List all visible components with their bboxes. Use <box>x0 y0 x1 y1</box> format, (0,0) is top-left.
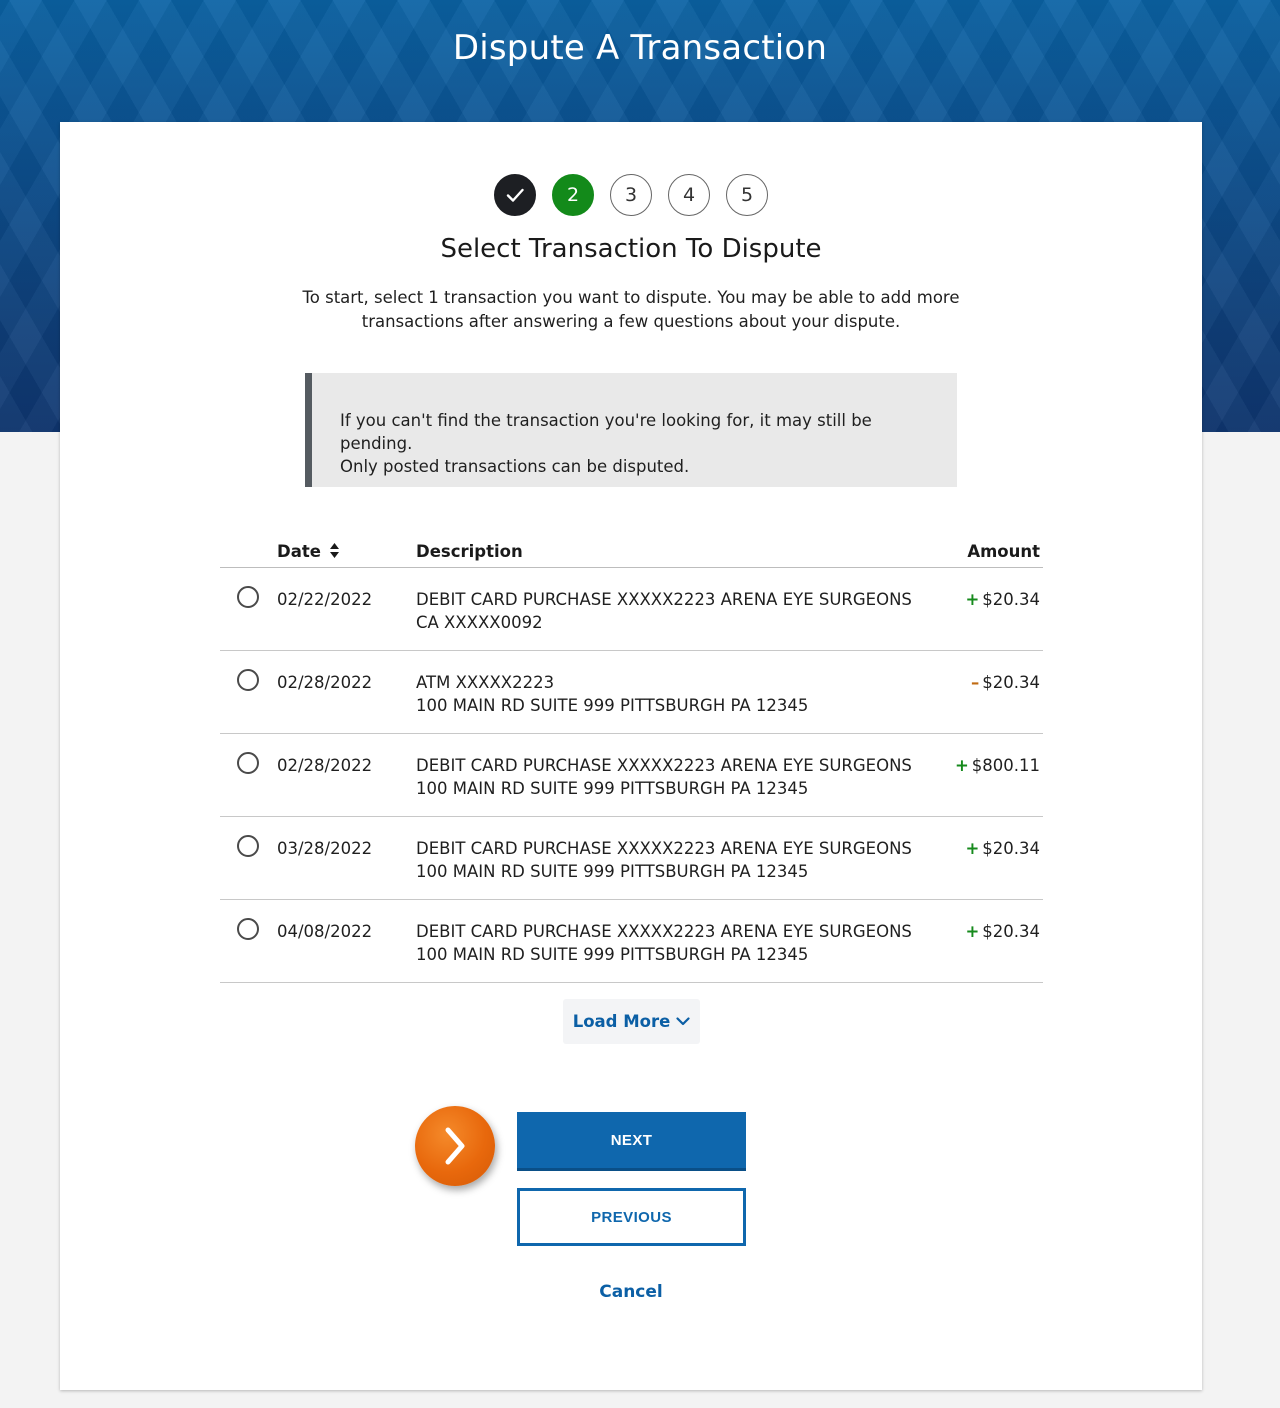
description-line-2: 100 MAIN RD SUITE 999 PITTSBURGH PA 1234… <box>416 696 809 715</box>
previous-button[interactable]: PREVIOUS <box>517 1188 746 1246</box>
step-5: 5 <box>726 174 768 216</box>
description-line-1: DEBIT CARD PURCHASE XXXXX2223 ARENA EYE … <box>416 756 912 775</box>
notice-line-2: Only posted transactions can be disputed… <box>340 457 690 476</box>
amount-column-header: Amount <box>913 532 1043 568</box>
description-line-2: 100 MAIN RD SUITE 999 PITTSBURGH PA 1234… <box>416 945 809 964</box>
select-radio[interactable] <box>237 835 259 857</box>
debit-sign: – <box>971 673 980 692</box>
hint-pointer <box>415 1106 495 1186</box>
step-title: Select Transaction To Dispute <box>440 234 822 264</box>
load-more-button[interactable]: Load More <box>563 999 700 1044</box>
transaction-description: DEBIT CARD PURCHASE XXXXX2223 ARENA EYE … <box>416 733 913 817</box>
cancel-link[interactable]: Cancel <box>60 1282 1202 1302</box>
select-radio[interactable] <box>237 918 259 940</box>
amount-value: $800.11 <box>971 756 1040 775</box>
description-line-1: DEBIT CARD PURCHASE XXXXX2223 ARENA EYE … <box>416 922 912 941</box>
sort-icon[interactable] <box>329 542 340 559</box>
amount-value: $20.34 <box>982 839 1040 858</box>
description-line-1: DEBIT CARD PURCHASE XXXXX2223 ARENA EYE … <box>416 590 912 609</box>
notice-line-1: If you can't find the transaction you're… <box>340 411 872 453</box>
transaction-date: 03/28/2022 <box>277 816 416 900</box>
step-instructions: To start, select 1 transaction you want … <box>302 288 960 331</box>
credit-sign: + <box>965 839 980 858</box>
select-radio[interactable] <box>237 669 259 691</box>
progress-stepper: 2 3 4 5 <box>60 174 1202 216</box>
step-4: 4 <box>668 174 710 216</box>
transaction-amount: + $20.34 <box>913 567 1043 651</box>
load-more-label: Load More <box>572 1012 671 1031</box>
page-title: Dispute A Transaction <box>452 28 828 68</box>
dispute-card: 2 3 4 5 Select Transaction To Dispute To… <box>60 122 1202 1390</box>
transaction-amount: – $20.34 <box>913 650 1043 734</box>
chevron-down-icon <box>676 1017 690 1026</box>
transaction-date: 04/08/2022 <box>277 899 416 983</box>
amount-value: $20.34 <box>982 673 1040 692</box>
table-row[interactable]: 03/28/2022 DEBIT CARD PURCHASE XXXXX2223… <box>220 816 1043 900</box>
transactions-table: Date Description Amount 02/22/2022 DEBIT… <box>220 532 1043 983</box>
chevron-right-icon <box>445 1127 465 1165</box>
transaction-description: DEBIT CARD PURCHASE XXXXX2223 ARENA EYE … <box>416 899 913 983</box>
table-row[interactable]: 02/22/2022 DEBIT CARD PURCHASE XXXXX2223… <box>220 567 1043 651</box>
date-header-label[interactable]: Date <box>277 542 321 561</box>
transaction-description: DEBIT CARD PURCHASE XXXXX2223 ARENA EYE … <box>416 816 913 900</box>
description-line-1: DEBIT CARD PURCHASE XXXXX2223 ARENA EYE … <box>416 839 912 858</box>
transaction-date: 02/28/2022 <box>277 650 416 734</box>
table-header-row: Date Description Amount <box>220 532 1043 568</box>
description-line-2: 100 MAIN RD SUITE 999 PITTSBURGH PA 1234… <box>416 862 809 881</box>
description-line-1: ATM XXXXX2223 <box>416 673 555 692</box>
description-line-2: 100 MAIN RD SUITE 999 PITTSBURGH PA 1234… <box>416 779 809 798</box>
transaction-date: 02/28/2022 <box>277 733 416 817</box>
transaction-description: DEBIT CARD PURCHASE XXXXX2223 ARENA EYE … <box>416 567 913 651</box>
table-row[interactable]: 04/08/2022 DEBIT CARD PURCHASE XXXXX2223… <box>220 899 1043 983</box>
pending-notice: If you can't find the transaction you're… <box>305 373 957 487</box>
step-2-current: 2 <box>552 174 594 216</box>
step-1-complete <box>494 174 536 216</box>
next-button[interactable]: NEXT <box>517 1112 746 1171</box>
transaction-amount: + $20.34 <box>913 816 1043 900</box>
checkmark-icon <box>506 188 524 202</box>
date-column-header[interactable]: Date <box>277 532 416 568</box>
credit-sign: + <box>965 590 980 609</box>
table-row[interactable]: 02/28/2022 DEBIT CARD PURCHASE XXXXX2223… <box>220 733 1043 817</box>
select-radio[interactable] <box>237 586 259 608</box>
credit-sign: + <box>954 756 969 775</box>
transaction-description: ATM XXXXX2223 100 MAIN RD SUITE 999 PITT… <box>416 650 913 734</box>
select-column-header <box>220 532 277 568</box>
credit-sign: + <box>965 922 980 941</box>
transaction-amount: + $20.34 <box>913 899 1043 983</box>
amount-value: $20.34 <box>982 922 1040 941</box>
description-column-header: Description <box>416 532 913 568</box>
select-radio[interactable] <box>237 752 259 774</box>
step-3: 3 <box>610 174 652 216</box>
transaction-date: 02/22/2022 <box>277 567 416 651</box>
amount-value: $20.34 <box>982 590 1040 609</box>
transaction-amount: + $800.11 <box>913 733 1043 817</box>
table-row[interactable]: 02/28/2022 ATM XXXXX2223 100 MAIN RD SUI… <box>220 650 1043 734</box>
description-line-2: CA XXXXX0092 <box>416 613 543 632</box>
